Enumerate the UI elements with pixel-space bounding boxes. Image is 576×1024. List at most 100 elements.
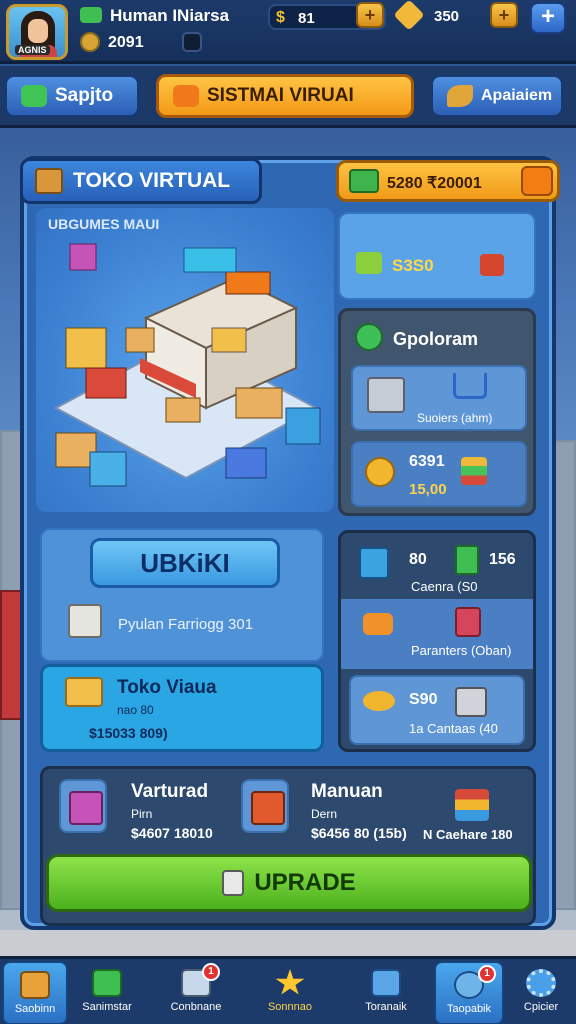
package-icon [68,604,102,638]
toko-sub: nao 80 [117,703,154,717]
store-illustration[interactable]: UBGUMES MAUI [36,208,334,512]
money-add-button[interactable] [521,166,553,196]
gem-icon [393,0,425,31]
stack-icon [461,457,487,485]
order-row-coins[interactable]: 6391 15,00 [351,441,527,507]
basket-icon [455,687,487,717]
upgrade-row-1[interactable]: 80 156 Caenra (S0 [341,537,533,607]
box-icon [359,547,389,579]
item2-icon[interactable] [241,779,289,833]
water-icon [371,969,401,997]
tab-right[interactable]: Apaiaiem [430,74,564,118]
nav-item-4[interactable]: Sonnnao [252,961,328,1024]
nav-item-2[interactable]: Sanimstar [72,961,142,1024]
nav-item-1[interactable]: Saobinn [2,961,68,1024]
tab-center[interactable]: SISTMAI VIRUAI [156,74,414,118]
cart-icon [453,373,487,399]
item2-sub: Dern [311,807,338,821]
coins-value: 81 [298,10,315,27]
upgrade-row3-sub: 1a Cantaas (40 [409,721,498,736]
order-row1-text: Suoiers (ahm) [417,411,493,425]
tool-icon [363,613,393,635]
item3-price: N Caehare 180 [423,827,513,842]
tab-center-label: SISTMAI VIRUAI [207,85,354,106]
nav-label-4: Sonnnao [267,1001,313,1013]
money-pill[interactable]: 5280 ₹20001 [336,160,560,202]
nav-item-6[interactable]: 1 Taopabik [434,961,504,1024]
nav-label-7: Cpicier [523,1001,559,1013]
top-bar: AGNIS Human INiarsa 2091 $ 81 + 350 + + [0,0,576,64]
upgrade-row2-sub: Paranters (Oban) [411,643,512,658]
player-name: Human INiarsa [84,6,229,26]
toko-price: $15033 809) [89,725,168,741]
panel-header: TOKO VIRTUAL [20,158,262,204]
nav-label-1: Saobinn [14,1003,56,1015]
action-desc: Pyulan Farriogg 301 [118,616,254,633]
add-button[interactable]: + [530,2,566,34]
book-icon [455,545,479,575]
hammer-icon [222,870,245,896]
nav-item-5[interactable]: Toranaik [346,961,426,1024]
add-coins-button[interactable]: + [356,2,384,28]
upgrade-button[interactable]: UPRADE [46,854,532,912]
item1-price: $4607 18010 [131,825,213,841]
upgrade-row3-val: S90 [409,691,438,708]
crate-icon [20,971,50,999]
avatar-face [28,19,48,43]
item1-icon[interactable] [59,779,107,833]
primary-action-button[interactable]: UBKiKI [90,538,280,588]
tab-left-label: Sapjto [55,85,114,106]
order-row-supplies[interactable]: Suoiers (ahm) [351,365,527,431]
tab-left[interactable]: Sapjto [4,74,140,118]
item2-title: Manuan [311,781,383,802]
action-card: UBKiKI Pyulan Farriogg 301 [40,528,324,662]
register-icon [367,377,405,413]
nav-label-6: Taopabik [446,1003,492,1015]
nav-label-5: Toranaik [365,1001,407,1013]
orders-icon [355,323,383,351]
item1-title: Varturad [131,781,209,802]
player-avatar[interactable]: AGNIS [6,4,68,60]
leaf-icon [447,85,473,107]
add-gems-button[interactable]: + [490,2,518,28]
isometric-store-icon [53,243,321,487]
player-level: 2091 [108,34,144,51]
money-icon [21,85,47,107]
toko-title: Toko Viaua [117,677,217,698]
level-icon [80,32,100,52]
order-row2-value: 6391 [409,453,445,470]
shop-icon [173,85,199,107]
stat-card[interactable]: S3S0 [338,212,536,300]
bottom-nav: Saobinn Sanimstar 1 Conbnane Sonnnao Tor… [0,956,576,1024]
order-row2-sub: 15,00 [409,481,447,498]
nav-item-7[interactable]: Cpicier [508,961,574,1024]
truck-icon [480,254,504,276]
orders-title: Gpoloram [393,329,479,349]
nav-label-2: Sanimstar [82,1001,132,1013]
item3-icon[interactable] [455,789,489,821]
tab-row: Sapjto SISTMAI VIRUAI Apaiaiem [0,66,576,128]
box-icon [35,168,63,194]
item2-price: $6456 80 (15b) [311,825,407,841]
upgrades-card: 80 156 Caenra (S0 Paranters (Oban) S90 1… [338,530,536,752]
nav-item-3[interactable]: 1 Conbnane [158,961,234,1024]
stat-value: S3S0 [392,256,434,275]
star-icon [275,969,305,995]
coin-icon [365,457,395,487]
upgrade-row1-val1: 80 [409,551,427,568]
toko-card[interactable]: Toko Viaua nao 80 $15033 809) [40,664,324,752]
bin-icon [92,969,122,997]
cash-stack-icon [349,169,379,193]
coin-icon: $ [276,9,285,26]
gear-icon [526,969,556,997]
upgrade-label: UPRADE [254,869,356,896]
camera-icon[interactable] [182,32,202,52]
gems-value: 350 [434,8,460,25]
store-label: UBGUMES MAUI [48,216,160,232]
upgrade-row1-val2: 156 [489,551,516,568]
crate-icon [65,677,103,707]
upgrade-row-3[interactable]: S90 1a Cantaas (40 [349,675,525,745]
background-building-red [0,590,22,720]
notification-badge: 1 [202,963,220,981]
upgrade-row-2[interactable]: Paranters (Oban) [341,599,533,669]
